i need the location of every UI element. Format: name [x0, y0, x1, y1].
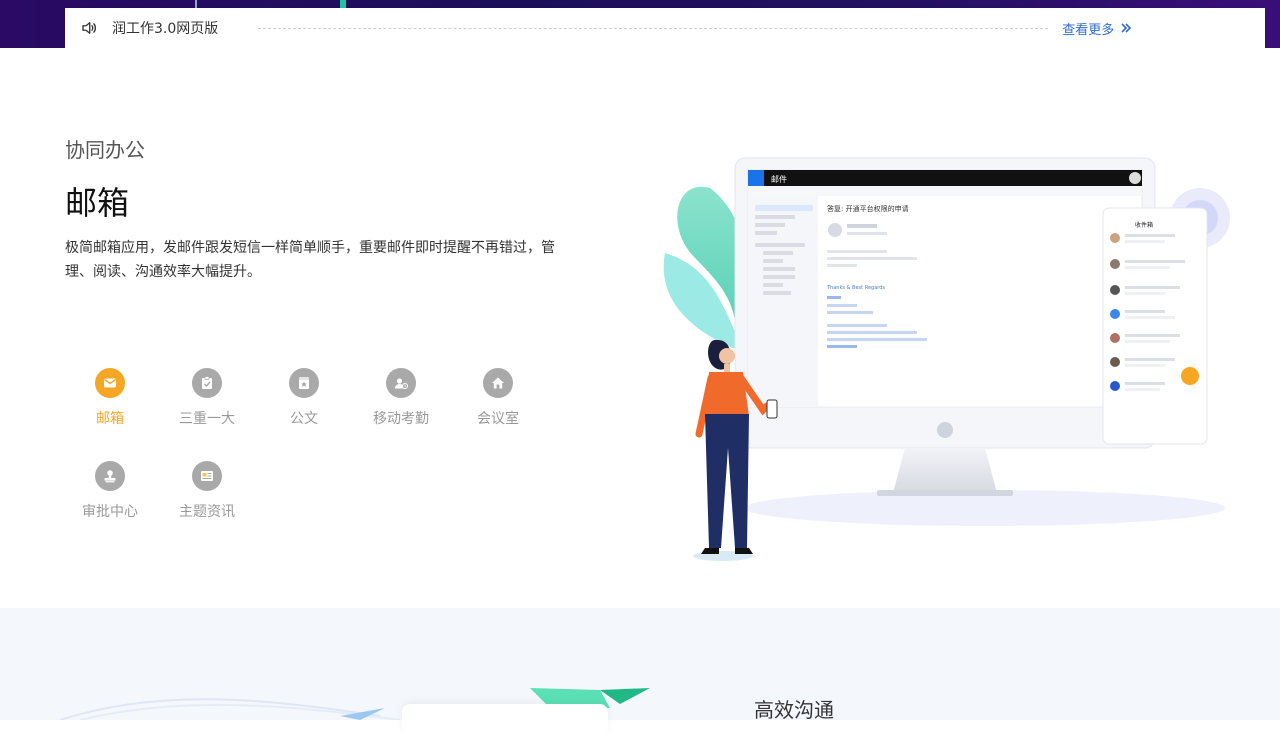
feature-label: 会议室: [477, 411, 519, 427]
bottom-section: 高效沟通: [0, 608, 1280, 734]
notice-title[interactable]: 润工作3.0网页版: [112, 18, 218, 38]
attendance-icon: [386, 368, 416, 398]
banner-accent: [195, 0, 197, 8]
divider: [258, 27, 1049, 29]
feature-label: 主题资讯: [179, 504, 235, 520]
mail-icon: [95, 368, 125, 398]
mobile-title: 收件箱: [1135, 221, 1153, 229]
feature-attendance[interactable]: 移动考勤: [353, 368, 449, 428]
clipboard-check-icon: [192, 368, 222, 398]
collaboration-section: 协同办公 邮箱 极简邮箱应用，发邮件跟发短信一样简单顺手，重要邮件即时提醒不再错…: [0, 48, 1280, 608]
app-title: 邮件: [771, 174, 787, 184]
feature-meeting-room[interactable]: 会议室: [450, 368, 546, 428]
view-more-label: 查看更多: [1062, 22, 1115, 38]
feature-label: 审批中心: [82, 504, 138, 520]
banner-accent: [340, 0, 346, 8]
view-more-link[interactable]: 查看更多: [1062, 19, 1132, 38]
speaker-icon: [82, 22, 97, 34]
feature-label: 公文: [290, 411, 318, 427]
bottom-heading: 高效沟通: [754, 698, 834, 722]
feature-label: 邮箱: [96, 411, 124, 427]
feature-approval[interactable]: 审批中心: [62, 461, 158, 521]
double-chevron-right-icon: [1121, 23, 1132, 33]
notice-bar: 润工作3.0网页版 查看更多: [65, 8, 1265, 48]
feature-document[interactable]: 公文: [256, 368, 352, 428]
feature-label: 移动考勤: [373, 411, 429, 427]
home-icon: [483, 368, 513, 398]
document-star-icon: [289, 368, 319, 398]
mailbox-illustration: 邮件 答复: 开通平台权限的申请 Thanks & Best Regards 收…: [663, 157, 1230, 561]
mail-signature: Thanks & Best Regards: [826, 285, 885, 291]
approval-stamp-icon: [95, 461, 125, 491]
mail-subject: 答复: 开通平台权限的申请: [827, 204, 909, 213]
feature-mail[interactable]: 邮箱: [62, 368, 158, 428]
section-kicker: 协同办公: [65, 138, 145, 162]
section-description: 极简邮箱应用，发邮件跟发短信一样简单顺手，重要邮件即时提醒不再错过，管理、阅读、…: [65, 240, 555, 280]
bottom-card: [402, 704, 608, 734]
feature-sanzhong[interactable]: 三重一大: [159, 368, 255, 428]
section-heading: 邮箱: [65, 184, 130, 222]
feature-news[interactable]: 主题资讯: [159, 461, 255, 521]
news-icon: [192, 461, 222, 491]
feature-label: 三重一大: [179, 411, 235, 427]
